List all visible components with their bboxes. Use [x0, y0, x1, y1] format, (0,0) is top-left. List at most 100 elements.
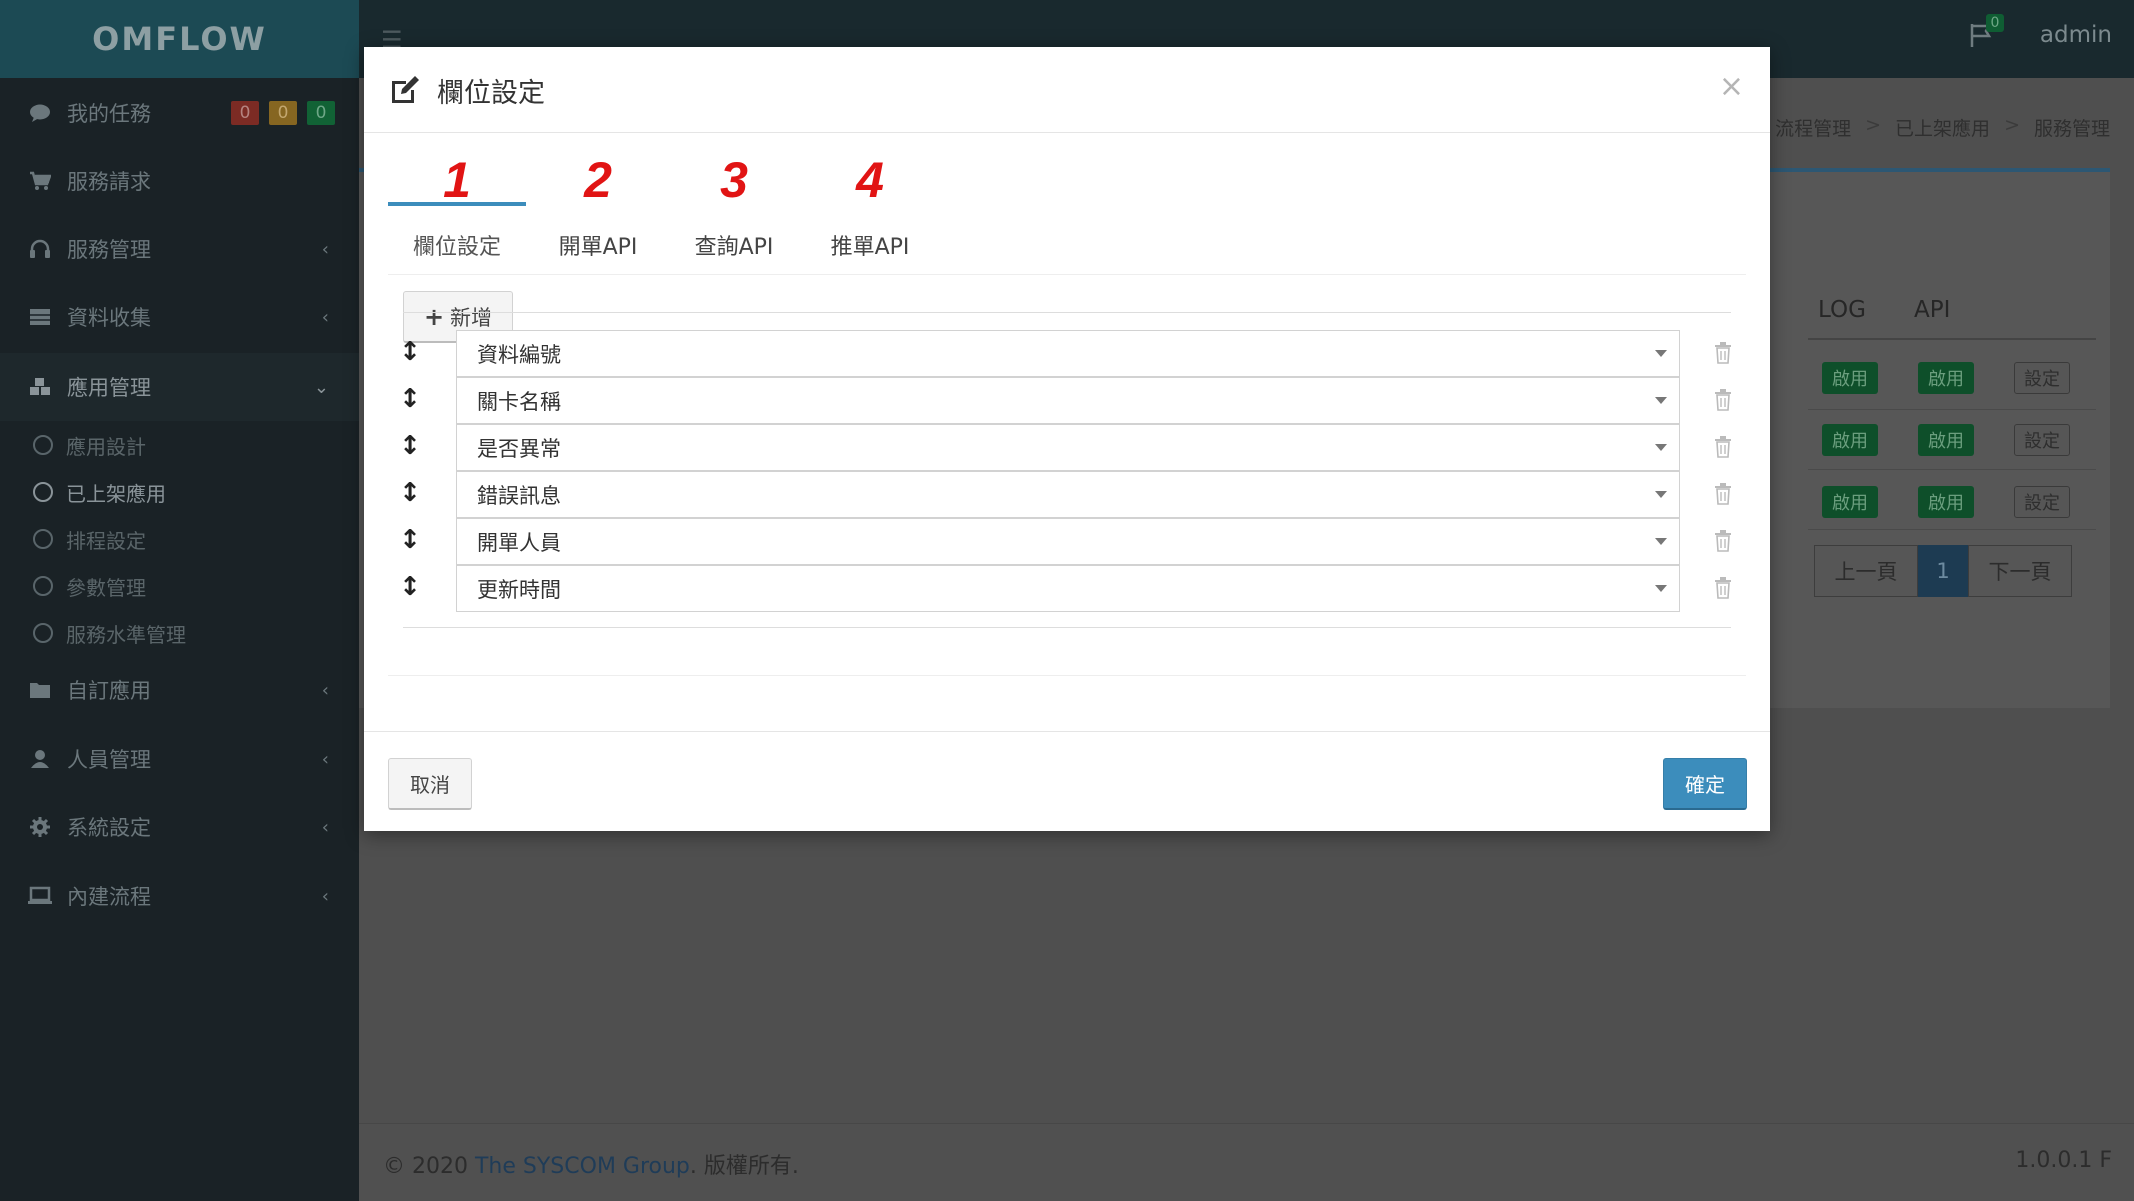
- api-enable-button[interactable]: 啟用: [1918, 424, 1974, 456]
- sidebar-subitem-schedule[interactable]: 排程設定: [0, 516, 359, 562]
- sidebar-item-service-request[interactable]: 服務請求: [0, 147, 359, 215]
- field-row: ↕ 錯誤訊息: [399, 471, 1732, 518]
- tab-label: 查詢API: [694, 235, 774, 260]
- user-icon: [27, 748, 53, 770]
- settings-button[interactable]: 設定: [2014, 424, 2070, 456]
- trash-icon[interactable]: [1714, 483, 1732, 505]
- field-select-value: 開單人員: [477, 530, 561, 555]
- divider: [388, 675, 1746, 676]
- field-select[interactable]: 關卡名稱: [456, 377, 1680, 424]
- drag-handle-icon[interactable]: ↕: [399, 430, 421, 462]
- sidebar-item-system-settings[interactable]: 系統設定 ‹: [0, 793, 359, 861]
- sidebar-item-custom-apps[interactable]: 自訂應用 ‹: [0, 656, 359, 724]
- settings-button[interactable]: 設定: [2014, 362, 2070, 394]
- caret-down-icon: [1655, 350, 1667, 357]
- sidebar-item-service-management[interactable]: 服務管理 ‹: [0, 215, 359, 283]
- drag-handle-icon[interactable]: ↕: [399, 383, 421, 415]
- chevron-left-icon: ‹: [321, 885, 329, 907]
- breadcrumb-item[interactable]: 流程管理: [1775, 114, 1851, 141]
- sidebar-item-label: 服務管理: [67, 238, 151, 262]
- sidebar-subitem-published-apps[interactable]: 已上架應用: [0, 469, 359, 515]
- company-link[interactable]: The SYSCOM Group: [475, 1154, 690, 1179]
- sidebar-subitem-sla[interactable]: 服務水準管理: [0, 610, 359, 656]
- modal-title: 欄位設定: [437, 78, 545, 109]
- field-select-value: 更新時間: [477, 577, 561, 602]
- sidebar-item-my-tasks[interactable]: 我的任務 0 0 0: [0, 79, 359, 147]
- field-select[interactable]: 更新時間: [456, 565, 1680, 612]
- field-row: ↕ 開單人員: [399, 518, 1732, 565]
- drag-handle-icon[interactable]: ↕: [399, 477, 421, 509]
- trash-icon[interactable]: [1714, 436, 1732, 458]
- sidebar-item-label: 應用管理: [67, 376, 151, 400]
- laptop-icon: [27, 885, 53, 907]
- tab-field-settings[interactable]: 1 欄位設定: [388, 135, 526, 275]
- field-select[interactable]: 是否異常: [456, 424, 1680, 471]
- settings-button[interactable]: 設定: [2014, 486, 2070, 518]
- field-select[interactable]: 資料編號: [456, 330, 1680, 377]
- page-number-button[interactable]: 1: [1918, 545, 1968, 597]
- confirm-button[interactable]: 確定: [1663, 758, 1747, 810]
- field-row: ↕ 更新時間: [399, 565, 1732, 612]
- tasks-badge-orange: 0: [269, 101, 297, 125]
- user-menu[interactable]: admin: [2040, 22, 2112, 48]
- sidebar-subitem-app-design[interactable]: 應用設計: [0, 422, 359, 468]
- folder-icon: [27, 679, 53, 701]
- circle-icon: [33, 482, 53, 502]
- cart-icon: [27, 170, 53, 192]
- sidebar-subitem-label: 參數管理: [66, 575, 146, 600]
- tab-query-api[interactable]: 3 查詢API: [666, 135, 802, 275]
- comment-icon: [27, 102, 53, 124]
- next-page-button[interactable]: 下一頁: [1968, 545, 2072, 597]
- active-tab-indicator: [388, 202, 526, 206]
- breadcrumb-separator: >: [1865, 114, 1882, 136]
- sidebar-item-app-management[interactable]: 應用管理 ⌄: [0, 353, 359, 421]
- footer: © 2020 The SYSCOM Group. 版權所有. 1.0.0.1 F: [359, 1123, 2134, 1201]
- field-row: ↕ 關卡名稱: [399, 377, 1732, 424]
- sidebar-subitem-label: 服務水準管理: [66, 622, 186, 647]
- sidebar-item-label: 人員管理: [67, 748, 151, 772]
- close-icon[interactable]: ×: [1719, 69, 1744, 104]
- api-enable-button[interactable]: 啟用: [1918, 362, 1974, 394]
- field-select-value: 錯誤訊息: [477, 483, 561, 508]
- tab-label: 推單API: [830, 235, 910, 260]
- field-select-value: 關卡名稱: [477, 389, 561, 414]
- tab-bar: 1 欄位設定 2 開單API 3 查詢API 4 推單API: [388, 135, 1746, 275]
- plus-icon: +: [423, 302, 445, 331]
- sidebar-subitem-parameters[interactable]: 參數管理: [0, 563, 359, 609]
- gear-icon: [27, 816, 53, 838]
- sidebar-item-label: 我的任務: [67, 102, 151, 126]
- field-settings-modal: 欄位設定 × 1 欄位設定 2 開單API 3 查詢API 4 推單API + …: [364, 47, 1770, 831]
- trash-icon[interactable]: [1714, 530, 1732, 552]
- prev-page-button[interactable]: 上一頁: [1814, 545, 1918, 597]
- table-row: 啟用 啟用 設定: [1808, 470, 2096, 530]
- trash-icon[interactable]: [1714, 389, 1732, 411]
- trash-icon[interactable]: [1714, 342, 1732, 364]
- drag-handle-icon[interactable]: ↕: [399, 571, 421, 603]
- sidebar-item-label: 服務請求: [67, 170, 151, 194]
- cancel-button[interactable]: 取消: [388, 758, 472, 810]
- drag-handle-icon[interactable]: ↕: [399, 524, 421, 556]
- tab-push-api[interactable]: 4 推單API: [802, 135, 938, 275]
- sidebar-item-data-collection[interactable]: 資料收集 ‹: [0, 283, 359, 351]
- modal-footer: 取消 確定: [364, 731, 1770, 831]
- api-enable-button[interactable]: 啟用: [1918, 486, 1974, 518]
- drag-handle-icon[interactable]: ↕: [399, 336, 421, 368]
- field-select[interactable]: 開單人員: [456, 518, 1680, 565]
- circle-icon: [33, 435, 53, 455]
- app-logo[interactable]: OMFLOW: [0, 0, 359, 78]
- log-enable-button[interactable]: 啟用: [1822, 362, 1878, 394]
- table-row: 啟用 啟用 設定: [1808, 410, 2096, 470]
- breadcrumb-item[interactable]: 已上架應用: [1895, 114, 1990, 141]
- sidebar-item-builtin-flows[interactable]: 內建流程 ‹: [0, 862, 359, 930]
- field-select[interactable]: 錯誤訊息: [456, 471, 1680, 518]
- log-enable-button[interactable]: 啟用: [1822, 424, 1878, 456]
- copyright: © 2020 The SYSCOM Group. 版權所有.: [383, 1148, 799, 1180]
- tab-step-number: 1: [443, 152, 471, 208]
- breadcrumb: 流程管理 > 已上架應用 > 服務管理: [1775, 114, 2110, 141]
- log-enable-button[interactable]: 啟用: [1822, 486, 1878, 518]
- trash-icon[interactable]: [1714, 577, 1732, 599]
- breadcrumb-separator: >: [2004, 114, 2020, 136]
- tab-create-api[interactable]: 2 開單API: [530, 135, 666, 275]
- sidebar-item-user-management[interactable]: 人員管理 ‹: [0, 725, 359, 793]
- caret-down-icon: [1655, 397, 1667, 404]
